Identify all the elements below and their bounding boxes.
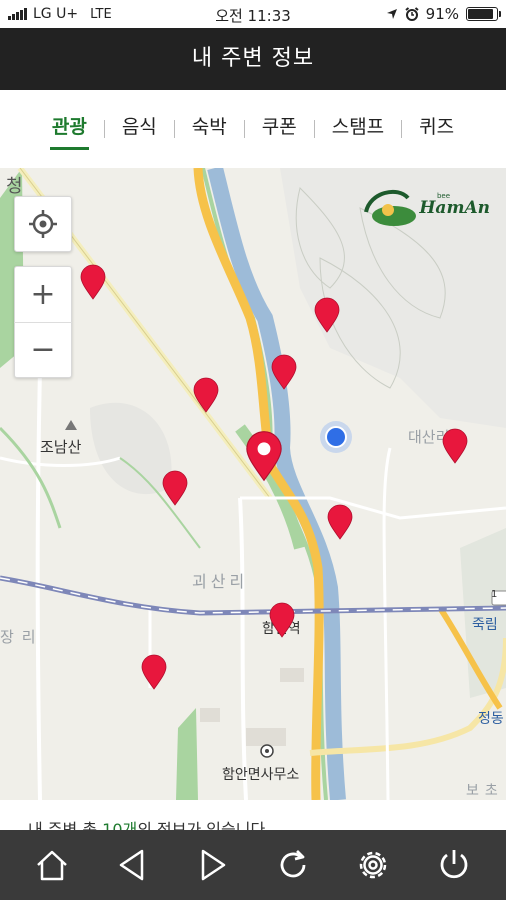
map-pin[interactable] — [79, 264, 107, 300]
status-right: 91% — [386, 5, 501, 23]
map-pin-icon — [442, 428, 468, 464]
map-pin-icon — [327, 504, 353, 540]
result-summary: 내 주변 총 10개의 정보가 있습니다. — [0, 800, 506, 830]
tab-stamp[interactable]: 스탬프 — [324, 90, 392, 168]
forward-button[interactable] — [189, 841, 237, 889]
tab-divider — [103, 120, 105, 138]
haman-logo-mark — [364, 189, 416, 226]
map-pin-icon — [271, 354, 297, 390]
map-pin[interactable] — [161, 470, 189, 506]
battery-icon — [466, 7, 501, 21]
category-tabs: 관광 음식 숙박 쿠폰 스탬프 퀴즈 — [0, 90, 506, 168]
tab-divider — [401, 120, 403, 138]
map-pin[interactable] — [140, 654, 168, 690]
home-icon — [37, 850, 68, 881]
settings-icon — [360, 851, 387, 879]
map-pin[interactable] — [441, 428, 469, 464]
crosshair-icon — [29, 210, 57, 238]
page-title: 내 주변 정보 — [0, 28, 506, 90]
map-pin[interactable] — [192, 377, 220, 413]
summary-suffix: 의 정보가 있습니다. — [137, 820, 271, 830]
tab-coupon[interactable]: 쿠폰 — [254, 90, 305, 168]
map-pin[interactable] — [268, 602, 296, 638]
map-label-mountain: 조남산 — [40, 438, 82, 456]
haman-logo: bee HamAn — [358, 186, 492, 232]
home-button[interactable] — [28, 841, 76, 889]
power-button[interactable] — [430, 841, 478, 889]
map-pin[interactable] — [270, 354, 298, 390]
map-label-top-left: 청 — [6, 176, 23, 197]
power-icon — [440, 850, 468, 879]
selected-map-pin[interactable] — [244, 430, 284, 482]
tab-food[interactable]: 음식 — [114, 90, 165, 168]
locate-me-button[interactable] — [14, 196, 72, 252]
map-pin-icon — [193, 377, 219, 413]
map-pin-icon — [162, 470, 188, 506]
back-button[interactable] — [108, 841, 156, 889]
battery-fill — [468, 9, 494, 19]
refresh-button[interactable] — [269, 841, 317, 889]
map-label-bottom-right: 보초 — [466, 783, 504, 799]
zoom-out-button[interactable]: − — [14, 321, 72, 377]
map-label-right-edge: 정동 — [478, 711, 504, 727]
map-view[interactable]: 1 청 조남산 괴산리 대산리 함안역 죽림 함안면사무소 장리 정동 보초 +… — [0, 168, 506, 800]
result-summary-text: 내 주변 총 10개의 정보가 있습니다. — [28, 816, 270, 830]
map-base — [0, 168, 506, 800]
location-arrow-icon — [386, 9, 397, 19]
map-pin-icon — [246, 431, 282, 482]
map-label-left-edge: 장리 — [0, 628, 44, 646]
zoom-in-button[interactable]: + — [14, 267, 72, 322]
bottom-nav — [0, 830, 506, 900]
tab-lodging[interactable]: 숙박 — [184, 90, 235, 168]
map-pin[interactable] — [326, 504, 354, 540]
map-label-office: 함안면사무소 — [222, 767, 300, 783]
map-pin-icon — [141, 654, 167, 690]
map-pin-icon — [314, 297, 340, 333]
map-pin-icon — [80, 264, 106, 300]
map-pin[interactable] — [313, 297, 341, 333]
map-label-station-right: 죽림 — [472, 617, 498, 633]
tab-divider — [173, 120, 175, 138]
tab-quiz[interactable]: 퀴즈 — [411, 90, 462, 168]
settings-button[interactable] — [349, 841, 397, 889]
map-label-village: 괴산리 — [192, 572, 249, 591]
map-pin-icon — [269, 602, 295, 638]
logo-text: HamAn — [419, 198, 490, 218]
road-number: 1 — [491, 589, 498, 600]
alarm-icon — [405, 7, 419, 21]
back-icon — [120, 849, 144, 881]
refresh-icon — [280, 850, 306, 878]
status-bar: LG U+ LTE 오전 11:33 91% — [0, 0, 506, 28]
summary-prefix: 내 주변 총 — [28, 820, 103, 830]
forward-icon — [201, 849, 226, 881]
user-location-marker — [320, 421, 352, 453]
result-count: 10개 — [102, 820, 138, 830]
battery-percent: 91% — [425, 5, 459, 23]
tab-divider — [313, 120, 315, 138]
zoom-control: + − — [14, 266, 72, 378]
tab-divider — [243, 120, 245, 138]
tab-tour[interactable]: 관광 — [44, 90, 95, 168]
